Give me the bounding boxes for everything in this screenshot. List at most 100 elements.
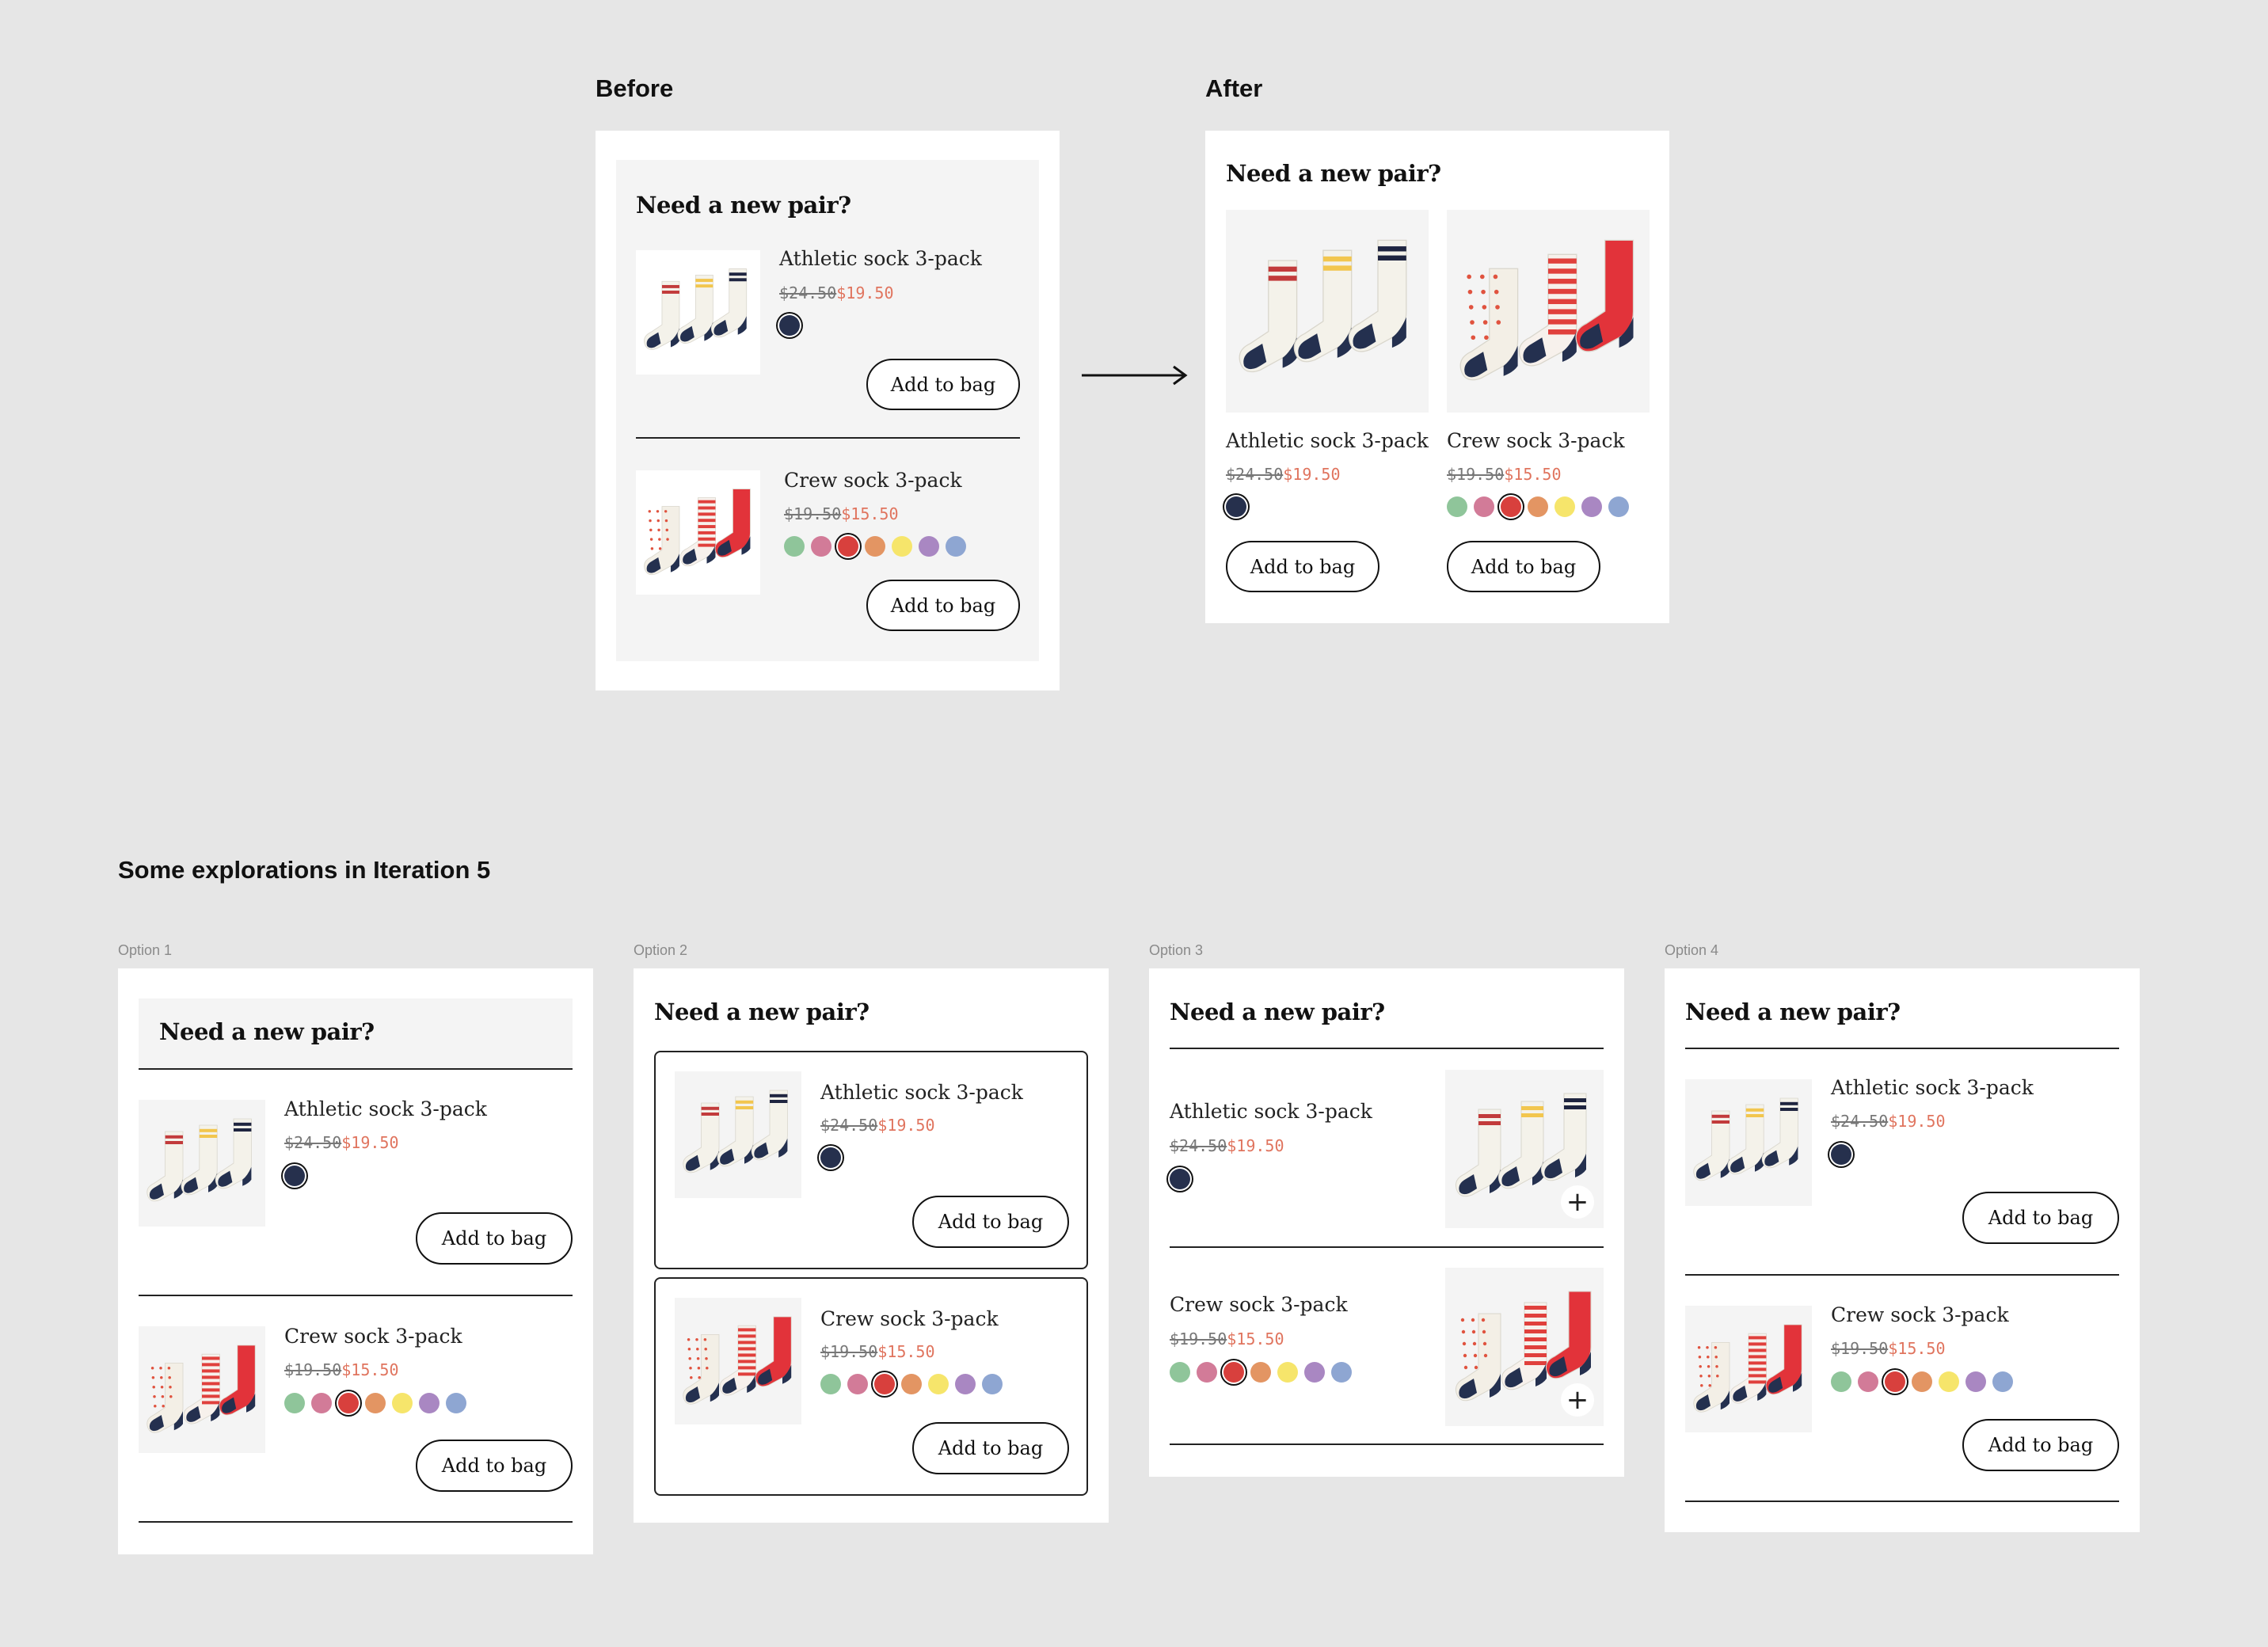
color-swatch[interactable] [874,1374,895,1394]
color-swatch[interactable] [982,1374,1003,1394]
divider [1685,1048,2119,1049]
original-price: $19.50 [820,1342,878,1361]
color-swatch[interactable] [284,1166,305,1186]
crew-sock-image[interactable] [1685,1306,1812,1432]
product-price: $24.50$19.50 [1226,465,1341,484]
color-swatch[interactable] [1992,1371,2013,1392]
crew-sock-image[interactable] [139,1326,265,1453]
color-swatch[interactable] [901,1374,922,1394]
add-to-bag-button[interactable]: Add to bag [866,580,1020,631]
divider [1170,1444,1604,1445]
product-card[interactable]: Crew sock 3-pack $19.50$15.50 Add to bag [654,1277,1088,1496]
color-swatch[interactable] [1331,1362,1352,1383]
color-swatch[interactable] [1250,1362,1271,1383]
product-name[interactable]: Athletic sock 3-pack [1170,1100,1372,1123]
color-swatch[interactable] [1939,1371,1959,1392]
product-name[interactable]: Crew sock 3-pack [284,1325,462,1348]
color-swatch[interactable] [784,536,805,557]
color-swatch[interactable] [892,536,912,557]
widget-heading: Need a new pair? [1685,998,1901,1025]
plus-icon[interactable]: + [1561,1383,1594,1417]
color-swatch[interactable] [1474,496,1494,517]
product-name[interactable]: Crew sock 3-pack [1447,429,1625,452]
color-swatch[interactable] [1197,1362,1217,1383]
original-price: $19.50 [1831,1339,1889,1358]
color-swatch[interactable] [847,1374,868,1394]
divider [139,1068,573,1070]
original-price: $19.50 [784,504,842,523]
color-swatch[interactable] [946,536,966,557]
athletic-sock-image[interactable] [1685,1079,1812,1206]
product-name[interactable]: Crew sock 3-pack [820,1307,999,1330]
color-swatch[interactable] [1170,1362,1190,1383]
color-swatch[interactable] [1858,1371,1878,1392]
athletic-sock-image[interactable] [139,1100,265,1227]
color-swatch[interactable] [838,536,858,557]
option-2-card: Need a new pair? Athletic sock 3-pack $2… [634,968,1109,1523]
color-swatch[interactable] [1554,496,1575,517]
color-swatch[interactable] [392,1393,413,1413]
color-swatch[interactable] [928,1374,949,1394]
add-to-bag-button[interactable]: Add to bag [1962,1192,2119,1244]
athletic-sock-image[interactable] [1226,210,1429,413]
add-to-bag-button[interactable]: Add to bag [912,1422,1069,1474]
product-name[interactable]: Crew sock 3-pack [784,469,962,492]
color-swatch[interactable] [820,1374,841,1394]
color-swatch[interactable] [1277,1362,1298,1383]
color-swatch[interactable] [811,536,831,557]
color-swatch[interactable] [284,1393,305,1413]
product-name[interactable]: Athletic sock 3-pack [779,247,982,270]
color-swatch[interactable] [1581,496,1602,517]
sale-price: $19.50 [1888,1112,1946,1131]
add-to-bag-button[interactable]: Add to bag [866,359,1020,410]
color-swatch[interactable] [311,1393,332,1413]
color-swatch[interactable] [1304,1362,1325,1383]
crew-sock-image[interactable] [636,470,760,595]
crew-sock-image[interactable] [675,1298,801,1424]
color-swatch[interactable] [779,315,800,336]
original-price: $24.50 [1831,1112,1889,1131]
product-name[interactable]: Crew sock 3-pack [1170,1293,1348,1316]
product-name[interactable]: Athletic sock 3-pack [284,1097,487,1120]
color-swatch[interactable] [1885,1371,1905,1392]
color-swatch[interactable] [865,536,885,557]
color-swatch[interactable] [1831,1144,1851,1165]
athletic-sock-image[interactable] [636,250,760,375]
product-name[interactable]: Athletic sock 3-pack [820,1081,1023,1104]
color-swatch[interactable] [338,1393,359,1413]
add-to-bag-button[interactable]: Add to bag [1447,541,1600,592]
plus-icon[interactable]: + [1561,1185,1594,1219]
color-swatch[interactable] [1226,496,1246,517]
color-swatch[interactable] [919,536,939,557]
add-to-bag-button[interactable]: Add to bag [1962,1419,2119,1471]
add-to-bag-button[interactable]: Add to bag [416,1440,573,1492]
product-price: $19.50$15.50 [784,504,899,523]
product-name[interactable]: Crew sock 3-pack [1831,1303,2009,1326]
color-swatch[interactable] [446,1393,466,1413]
athletic-sock-image[interactable] [675,1071,801,1198]
color-swatch[interactable] [1912,1371,1932,1392]
original-price: $19.50 [1170,1329,1227,1348]
add-to-bag-button[interactable]: Add to bag [912,1196,1069,1248]
color-swatch[interactable] [1965,1371,1986,1392]
color-swatch[interactable] [1501,496,1521,517]
color-swatch[interactable] [1831,1371,1851,1392]
crew-sock-image[interactable] [1447,210,1650,413]
color-swatch[interactable] [955,1374,976,1394]
divider [1685,1274,2119,1276]
product-name[interactable]: Athletic sock 3-pack [1831,1076,2034,1099]
add-to-bag-button[interactable]: Add to bag [416,1212,573,1265]
widget-heading: Need a new pair? [1226,160,1441,187]
add-to-bag-button[interactable]: Add to bag [1226,541,1379,592]
color-swatch[interactable] [1608,496,1629,517]
color-swatch[interactable] [820,1147,841,1168]
color-swatch[interactable] [1223,1362,1244,1383]
color-swatch[interactable] [1170,1169,1190,1189]
color-swatch[interactable] [365,1393,386,1413]
product-name[interactable]: Athletic sock 3-pack [1226,429,1429,452]
product-card[interactable]: Athletic sock 3-pack $24.50$19.50 Add to… [654,1051,1088,1269]
color-swatch[interactable] [1447,496,1467,517]
before-panel: Need a new pair? Athletic sock 3-pack $2… [616,160,1039,661]
color-swatch[interactable] [1528,496,1548,517]
color-swatch[interactable] [419,1393,440,1413]
